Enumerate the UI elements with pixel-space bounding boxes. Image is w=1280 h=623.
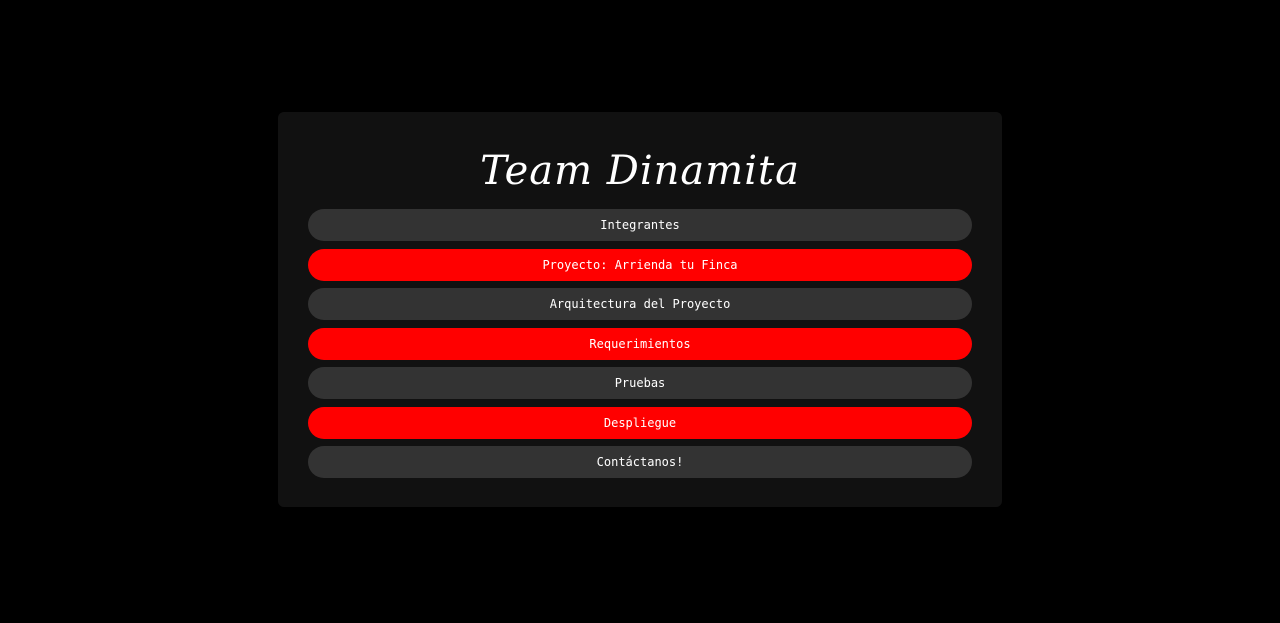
page-title: Team Dinamita: [480, 148, 800, 194]
menu-button-integrantes[interactable]: Integrantes: [308, 209, 972, 241]
nav-menu: Integrantes Proyecto: Arrienda tu Finca …: [308, 209, 972, 486]
main-card: Team Dinamita Integrantes Proyecto: Arri…: [278, 112, 1002, 507]
menu-button-contactanos[interactable]: Contáctanos!: [308, 446, 972, 478]
menu-button-pruebas[interactable]: Pruebas: [308, 367, 972, 399]
menu-button-despliegue[interactable]: Despliegue: [308, 406, 972, 439]
menu-button-arquitectura[interactable]: Arquitectura del Proyecto: [308, 288, 972, 320]
menu-button-requerimientos[interactable]: Requerimientos: [308, 327, 972, 360]
menu-button-proyecto[interactable]: Proyecto: Arrienda tu Finca: [308, 248, 972, 281]
